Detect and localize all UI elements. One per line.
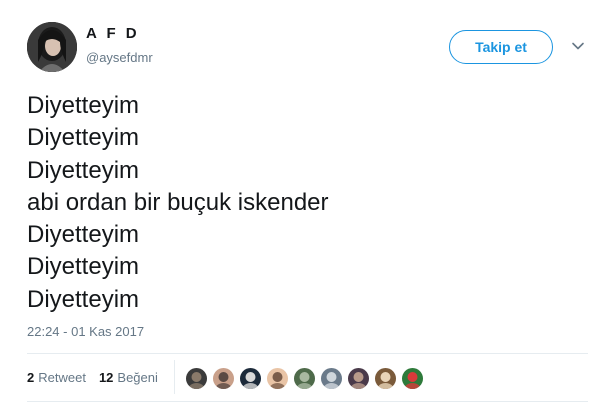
follow-button[interactable]: Takip et <box>449 30 553 64</box>
liker-avatar[interactable] <box>212 366 235 390</box>
tweet-line: Diyetteyim <box>27 253 140 281</box>
screen-name[interactable]: @aysefdmr <box>86 50 153 65</box>
tweet-line: Diyetteyim <box>27 92 140 119</box>
tweet-stats: 2 Retweet 12 Beğeni <box>27 353 158 401</box>
chevron-down-icon[interactable] <box>570 38 586 54</box>
tweet-line: Diyetteyim <box>27 124 140 152</box>
tweet-line: Diyetteyim <box>27 285 140 313</box>
like-label: Beğeni <box>117 369 158 385</box>
tweet-line: abi ordan bir buçuk iskender <box>27 188 329 216</box>
stats-separator <box>174 360 175 394</box>
liker-avatar[interactable] <box>185 366 208 390</box>
retweet-label: Retweet <box>38 369 86 385</box>
tweet-line: Diyetteyim <box>27 156 140 184</box>
likers-avatar-row <box>185 366 428 390</box>
like-stat[interactable]: 12 Beğeni <box>99 370 158 385</box>
avatar[interactable] <box>27 22 77 72</box>
tweet-line: Diyetteyim <box>27 221 140 249</box>
timestamp[interactable]: 22:24 - 01 Kas 2017 <box>27 324 144 339</box>
retweet-count: 2 <box>27 369 35 385</box>
liker-avatar[interactable] <box>347 366 370 390</box>
like-count: 12 <box>98 369 114 385</box>
liker-avatar[interactable] <box>401 366 424 390</box>
liker-avatar[interactable] <box>266 366 289 390</box>
retweet-stat[interactable]: 2 Retweet <box>27 370 86 385</box>
liker-avatar[interactable] <box>320 366 343 390</box>
avatar-photo <box>27 22 77 72</box>
tweet-text: Diyetteyim Diyetteyim Diyetteyim abi ord… <box>27 90 567 316</box>
liker-avatar[interactable] <box>374 366 397 390</box>
liker-avatar[interactable] <box>239 366 262 390</box>
display-name[interactable]: A F D <box>86 25 140 42</box>
tweet-card: A F D @aysefdmr Takip et Diyetteyim Diye… <box>0 0 591 402</box>
liker-avatar[interactable] <box>293 366 316 390</box>
